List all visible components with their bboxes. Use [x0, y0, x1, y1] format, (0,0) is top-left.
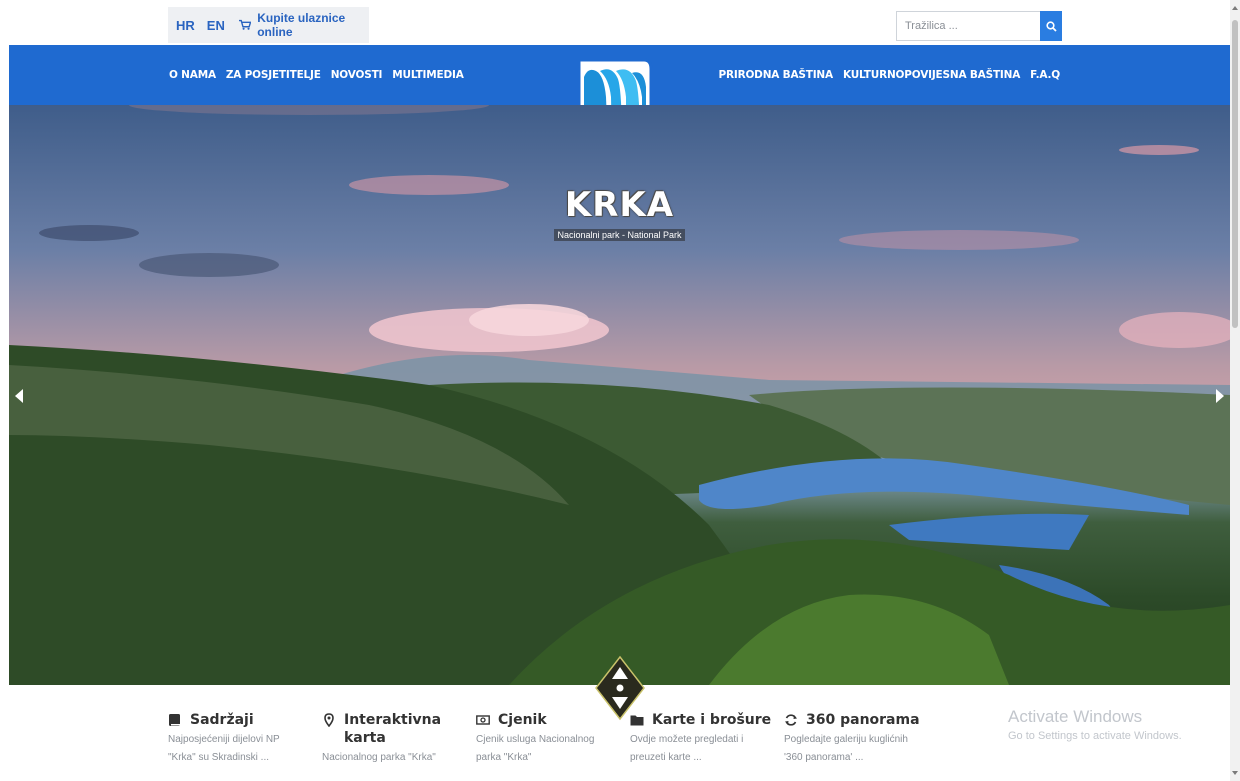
page-scrollbar[interactable]	[1230, 0, 1240, 781]
watermark-subtitle: Go to Settings to activate Windows.	[1008, 730, 1182, 742]
feature-desc: Cjenik usluga Nacionalnog parka "Krka"	[476, 734, 595, 763]
refresh-icon	[785, 714, 797, 726]
nav-item-kulturnopovijesna-bastina[interactable]: KULTURNOPOVIJESNA BAŠTINA	[843, 69, 1020, 81]
language-and-tickets-box: HR EN Kupite ulaznice online	[168, 7, 369, 43]
search-icon	[1045, 20, 1057, 32]
slider-next-arrow-icon[interactable]	[1216, 389, 1224, 403]
feature-interaktivna-karta[interactable]: Interaktivna karta Nacionalnog parka "Kr…	[322, 711, 476, 767]
scroll-down-arrow-icon[interactable]	[1232, 771, 1238, 775]
buy-tickets-label: Kupite ulaznice online	[257, 11, 346, 39]
feature-title: Interaktivna karta	[344, 712, 442, 746]
feature-desc: Ovdje možete pregledati i preuzeti karte…	[630, 734, 744, 763]
hero-brand: KRKA Nacionalni park - National Park	[9, 185, 1230, 243]
feature-karte-i-brosure[interactable]: Karte i brošure Ovdje možete pregledati …	[630, 711, 784, 767]
feature-title: Sadržaji	[190, 712, 254, 728]
windows-activation-watermark: Activate Windows Go to Settings to activ…	[1008, 707, 1182, 742]
feature-title: Karte i brošure	[652, 712, 772, 728]
map-marker-icon	[324, 713, 334, 727]
feature-360-panorama[interactable]: 360 panorama Pogledajte galeriju kuglićn…	[784, 711, 938, 767]
scrollbar-thumb[interactable]	[1232, 20, 1238, 328]
slider-prev-arrow-icon[interactable]	[15, 389, 23, 403]
feature-desc: Pogledajte galeriju kuglićnih '360 panor…	[784, 734, 908, 763]
feature-list: Sadržaji Najposjećeniji dijelovi NP "Krk…	[168, 711, 938, 767]
nav-item-za-posjetitelje[interactable]: ZA POSJETITELJE	[226, 69, 321, 81]
buy-tickets-link[interactable]: Kupite ulaznice online	[238, 11, 369, 39]
feature-title: 360 panorama	[806, 712, 920, 728]
nav-item-faq[interactable]: F.A.Q	[1030, 69, 1060, 81]
nav-item-novosti[interactable]: NOVOSTI	[331, 69, 383, 81]
watermark-title: Activate Windows	[1008, 707, 1143, 726]
feature-desc: Nacionalnog parka "Krka"	[322, 752, 436, 763]
nav-item-prirodna-bastina[interactable]: PRIRODNA BAŠTINA	[718, 69, 833, 81]
feature-cjenik[interactable]: Cjenik Cjenik usluga Nacionalnog parka "…	[476, 711, 630, 767]
search-form	[896, 11, 1062, 41]
nav-left-group: O NAMA ZA POSJETITELJE NOVOSTI MULTIMEDI…	[169, 69, 464, 81]
lang-hr-link[interactable]: HR	[168, 18, 201, 33]
feature-desc: Najposjećeniji dijelovi NP "Krka" su Skr…	[168, 734, 280, 763]
folder-icon	[630, 715, 644, 726]
book-icon	[169, 714, 180, 726]
money-icon	[476, 715, 490, 725]
top-utility-bar: HR EN Kupite ulaznice online	[0, 0, 1230, 45]
nav-item-o-nama[interactable]: O NAMA	[169, 69, 216, 81]
nav-right-group: PRIRODNA BAŠTINA KULTURNOPOVIJESNA BAŠTI…	[718, 69, 1060, 81]
nav-item-multimedia[interactable]: MULTIMEDIA	[392, 69, 464, 81]
hero-title: KRKA	[564, 185, 675, 225]
cart-icon	[238, 19, 252, 30]
search-input[interactable]	[896, 11, 1040, 41]
hero-subtitle: Nacionalni park - National Park	[554, 229, 685, 241]
lang-en-link[interactable]: EN	[201, 18, 231, 33]
hero-slider: KRKA Nacionalni park - National Park	[9, 105, 1230, 685]
feature-sadrzaji[interactable]: Sadržaji Najposjećeniji dijelovi NP "Krk…	[168, 711, 322, 767]
scroll-up-arrow-icon[interactable]	[1232, 6, 1238, 10]
search-button[interactable]	[1040, 11, 1062, 41]
feature-title: Cjenik	[498, 712, 547, 728]
